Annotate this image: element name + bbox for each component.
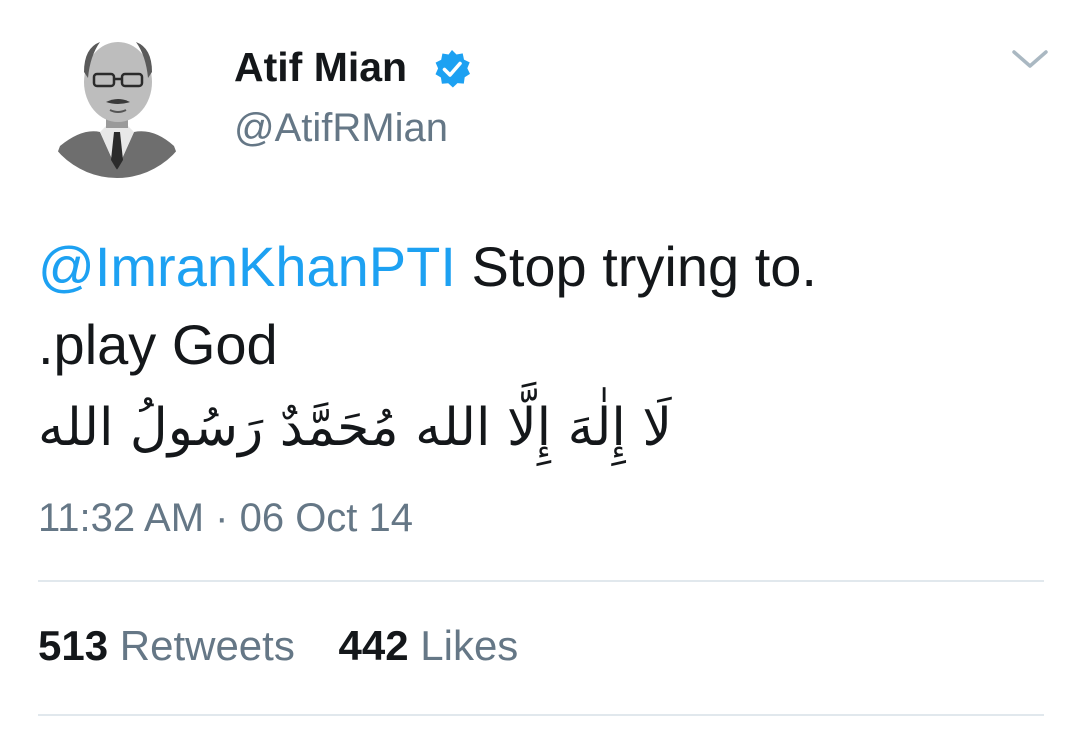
tweet-text-line-2: .play God [38, 313, 278, 376]
chevron-down-icon[interactable] [1008, 44, 1052, 74]
author-display-name[interactable]: Atif Mian [234, 44, 407, 91]
likes-count: 442 [338, 622, 409, 669]
retweets-stat[interactable]: 513 Retweets [38, 622, 295, 670]
mention-link[interactable]: @ImranKhanPTI [38, 235, 456, 298]
retweets-label: Retweets [119, 622, 295, 669]
likes-label: Likes [420, 622, 519, 669]
tweet-text-line-1: @ImranKhanPTI Stop trying to. [38, 228, 1048, 306]
tweet-text: @ImranKhanPTI Stop trying to. .play God [38, 228, 1048, 384]
retweets-count: 513 [38, 622, 109, 669]
tweet-text-segment: Stop trying to. [455, 235, 817, 298]
avatar[interactable] [38, 20, 196, 178]
author-handle[interactable]: @AtifRMian [234, 106, 448, 151]
verified-badge-icon [435, 50, 470, 88]
divider [38, 714, 1044, 716]
tweet-arabic-text: لَا إِلٰهَ إِلَّا الله مُحَمَّدٌ رَسُولُ… [38, 398, 672, 458]
tweet-stats: 513 Retweets 442 Likes [38, 622, 550, 670]
tweet-timestamp[interactable]: 11:32 AM · 06 Oct 14 [38, 496, 413, 541]
divider [38, 580, 1044, 582]
likes-stat[interactable]: 442 Likes [339, 622, 519, 670]
